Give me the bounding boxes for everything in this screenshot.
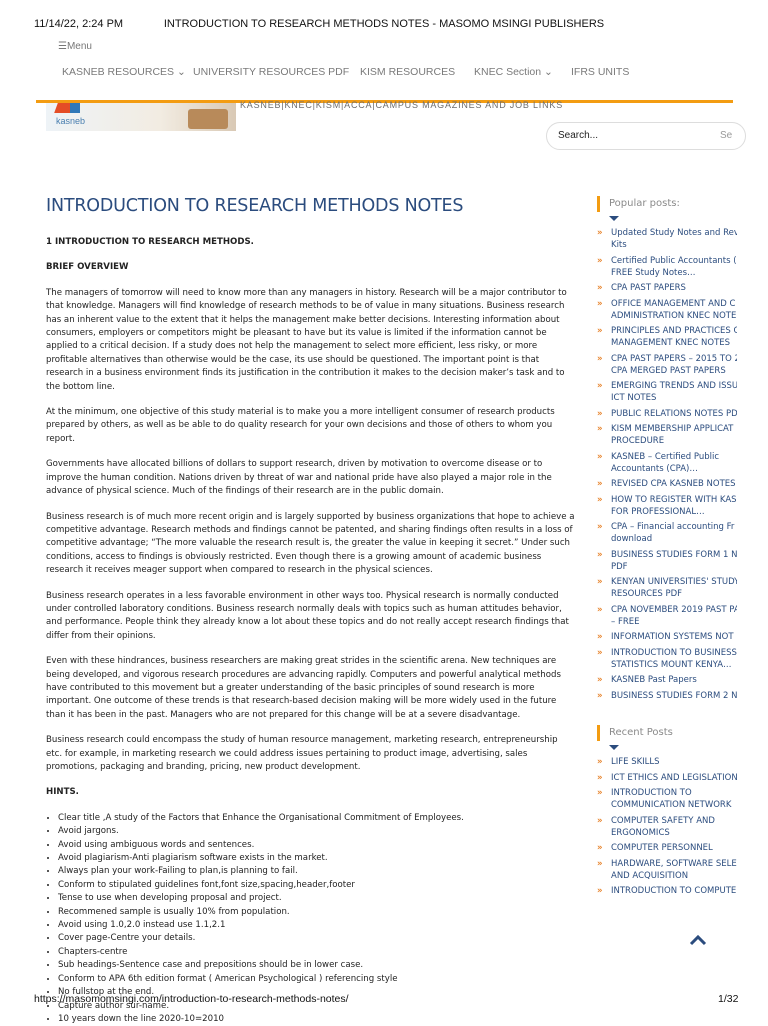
- sidebar-post-link[interactable]: KASNEB Past Papers: [597, 674, 737, 686]
- page-title: INTRODUCTION TO RESEARCH METHODS NOTES: [46, 196, 464, 216]
- paragraph: Business research operates in a less fav…: [46, 590, 569, 641]
- sidebar-post-link[interactable]: COMPUTER SAFETY ANDERGONOMICS: [597, 815, 737, 839]
- popular-posts-title: Popular posts:: [597, 196, 737, 212]
- triangle-down-icon: [609, 216, 619, 221]
- sidebar-post-link[interactable]: INTRODUCTION TOCOMMUNICATION NETWORK: [597, 787, 737, 811]
- print-header: 11/14/22, 2:24 PM INTRODUCTION TO RESEAR…: [0, 0, 768, 40]
- sidebar-post-link[interactable]: BUSINESS STUDIES FORM 2 N: [597, 690, 737, 702]
- paragraph: The managers of tomorrow will need to kn…: [46, 287, 567, 392]
- sidebar-post-link[interactable]: Certified Public Accountants (FREE Study…: [597, 255, 737, 279]
- logo-image: [188, 109, 228, 129]
- site-logo[interactable]: kasneb: [46, 103, 236, 131]
- paragraph: At the minimum, one objective of this st…: [46, 407, 555, 444]
- sidebar-post-link[interactable]: INFORMATION SYSTEMS NOT: [597, 631, 737, 643]
- sidebar-post-link[interactable]: CPA – Financial accounting Frdownload: [597, 521, 737, 545]
- hint-item: Always plan your work-Failing to plan,is…: [58, 865, 576, 878]
- sidebar-post-link[interactable]: PRINCIPLES AND PRACTICES CMANAGEMENT KNE…: [597, 325, 737, 349]
- sidebar-post-link[interactable]: KISM MEMBERSHIP APPLICATPROCEDURE: [597, 423, 737, 447]
- logo-mark-icon: [70, 103, 80, 113]
- search-input[interactable]: Search... Se: [546, 122, 746, 150]
- chevron-down-icon: ⌄: [176, 66, 186, 78]
- section-heading: BRIEF OVERVIEW: [46, 262, 129, 273]
- sidebar-post-link[interactable]: EMERGING TRENDS AND ISSUICT NOTES: [597, 380, 737, 404]
- hint-item: Recommened sample is usually 10% from po…: [58, 906, 576, 919]
- hint-item: Chapters-centre: [58, 946, 576, 959]
- sidebar-post-link[interactable]: HARDWARE, SOFTWARE SELECAND ACQUISITION: [597, 858, 737, 882]
- sidebar-post-link[interactable]: HOW TO REGISTER WITH KASIFOR PROFESSIONA…: [597, 494, 737, 518]
- hint-item: 10 years down the line 2020-10=2010: [58, 1013, 576, 1026]
- popular-posts-list: Updated Study Notes and RevKits Certified…: [597, 227, 737, 702]
- print-title: INTRODUCTION TO RESEARCH METHODS NOTES -…: [163, 18, 605, 30]
- search-button[interactable]: Se: [720, 130, 732, 141]
- sidebar-post-link[interactable]: Updated Study Notes and RevKits: [597, 227, 737, 251]
- footer-url: https://masomomsingi.com/introduction-to…: [34, 993, 349, 1005]
- recent-posts-title: Recent Posts: [597, 725, 737, 741]
- sidebar-post-link[interactable]: CPA PAST PAPERS – 2015 TO 2CPA MERGED PA…: [597, 353, 737, 377]
- hint-item: Avoid jargons.: [58, 825, 576, 838]
- section-heading: HINTS.: [46, 787, 79, 798]
- hint-item: Avoid using 1.0,2.0 instead use 1.1,2.1: [58, 919, 576, 932]
- hint-item: Clear title ,A study of the Factors that…: [58, 812, 576, 825]
- hint-item: Tense to use when developing proposal an…: [58, 892, 576, 905]
- sidebar-post-link[interactable]: OFFICE MANAGEMENT AND CADMINISTRATION KN…: [597, 298, 737, 322]
- scroll-to-top-icon[interactable]: [688, 932, 708, 948]
- section-heading: 1 INTRODUCTION TO RESEARCH METHODS.: [46, 237, 254, 247]
- sidebar-post-link[interactable]: KASNEB – Certified PublicAccountants (CP…: [597, 451, 737, 475]
- sidebar-post-link[interactable]: LIFE SKILLS: [597, 756, 737, 768]
- hint-item: Avoid plagiarism-Anti plagiarism softwar…: [58, 852, 576, 865]
- hint-item: Cover page-Centre your details.: [58, 932, 576, 945]
- paragraph: Even with these hindrances, business res…: [46, 656, 561, 720]
- hint-item: Conform to APA 6th edition format ( Amer…: [58, 973, 576, 986]
- menu-toggle-button[interactable]: ☰Menu: [58, 41, 92, 52]
- hint-item: Avoid using ambiguous words and sentence…: [58, 839, 576, 852]
- sidebar-post-link[interactable]: BUSINESS STUDIES FORM 1 NPDF: [597, 549, 737, 573]
- article-content: 1 INTRODUCTION TO RESEARCH METHODS. BRIE…: [46, 236, 576, 1026]
- sidebar-post-link[interactable]: COMPUTER PERSONNEL: [597, 842, 737, 854]
- recent-posts-list: LIFE SKILLS ICT ETHICS AND LEGISLATION INT…: [597, 756, 737, 897]
- nav-item-ifrs-units[interactable]: IFRS UNITS: [571, 66, 629, 78]
- sidebar-post-link[interactable]: PUBLIC RELATIONS NOTES PD: [597, 408, 737, 420]
- nav-item-kism-resources[interactable]: KISM RESOURCES: [360, 66, 455, 78]
- nav-item-kasneb-resources[interactable]: KASNEB RESOURCES ⌄: [62, 66, 186, 78]
- search-placeholder: Search...: [558, 130, 599, 141]
- page-number: 1/32: [718, 993, 739, 1005]
- sidebar-post-link[interactable]: INTRODUCTION TO BUSINESSSTATISTICS MOUNT…: [597, 647, 737, 671]
- sidebar: Popular posts: Updated Study Notes and R…: [597, 196, 737, 901]
- site-tagline: KASNEB|KNEC|KISM|ACCA|CAMPUS MAGAZINES A…: [240, 100, 564, 110]
- hint-item: Sub headings-Sentence case and prepositi…: [58, 959, 576, 972]
- hint-item: Conform to stipulated guidelines font,fo…: [58, 879, 576, 892]
- logo-text: kasneb: [56, 116, 86, 126]
- sidebar-post-link[interactable]: CPA PAST PAPERS: [597, 282, 737, 294]
- paragraph: Governments have allocated billions of d…: [46, 459, 552, 497]
- sidebar-post-link[interactable]: KENYAN UNIVERSITIES' STUDYRESOURCES PDF: [597, 576, 737, 600]
- chevron-down-icon: ⌄: [544, 66, 553, 78]
- paragraph: Business research is of much more recent…: [46, 511, 575, 576]
- sidebar-post-link[interactable]: REVISED CPA KASNEB NOTES: [597, 478, 737, 490]
- nav-item-knec-section[interactable]: KNEC Section ⌄: [474, 66, 553, 78]
- nav-item-university-resources[interactable]: UNIVERSITY RESOURCES PDF: [193, 66, 349, 78]
- triangle-down-icon: [609, 745, 619, 750]
- sidebar-post-link[interactable]: ICT ETHICS AND LEGISLATION: [597, 772, 737, 784]
- paragraph: Business research could encompass the st…: [46, 735, 558, 772]
- sidebar-post-link[interactable]: INTRODUCTION TO COMPUTE: [597, 885, 737, 897]
- sidebar-post-link[interactable]: CPA NOVEMBER 2019 PAST PA– FREE: [597, 604, 737, 628]
